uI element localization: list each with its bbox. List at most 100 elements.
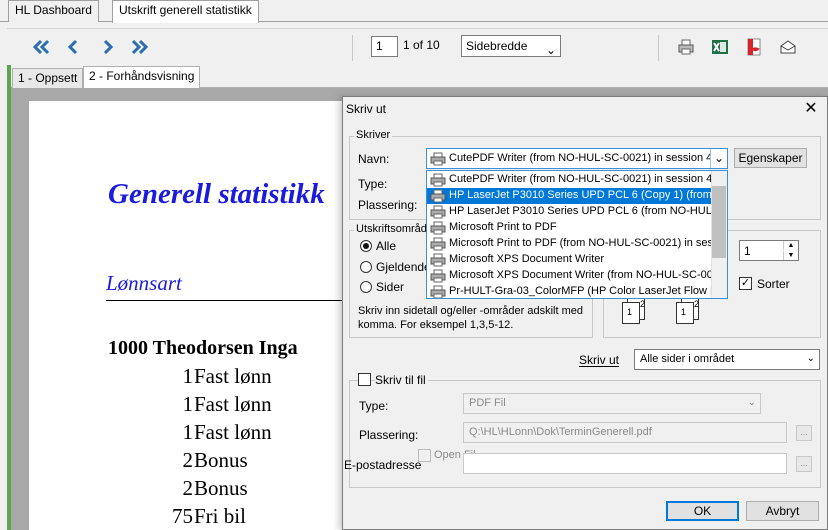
report-row: 2 Bonus xyxy=(108,448,348,476)
range-all-label: Alle xyxy=(376,239,397,253)
spin-up-icon[interactable]: ▲ xyxy=(783,241,798,250)
file-location-label: Plassering: xyxy=(359,428,419,442)
pay-code: 1 xyxy=(182,364,194,388)
printer-icon xyxy=(430,237,446,251)
chevron-down-icon: ⌄ xyxy=(806,353,815,364)
file-type-select[interactable]: PDF Fil ⌄ xyxy=(463,393,761,414)
browse-email-button[interactable]: ... xyxy=(796,456,812,472)
open-file-checkbox[interactable] xyxy=(418,449,431,462)
browse-location-button[interactable]: ... xyxy=(796,425,812,441)
print-what-select[interactable]: Alle sider i området ⌄ xyxy=(634,349,820,370)
tab-hl-dashboard[interactable]: HL Dashboard xyxy=(8,0,99,22)
printer-option-label: Microsoft XPS Document Writer xyxy=(449,253,605,265)
toolbar-divider xyxy=(352,35,353,61)
print-what-label: Skriv ut xyxy=(579,353,620,367)
pay-name: Bonus xyxy=(194,448,248,472)
printer-option[interactable]: Pr-HULT-Gra-03_ColorMFP (HP Color LaserJ… xyxy=(427,284,711,298)
printer-name-label: Navn: xyxy=(358,152,390,166)
report-row: 1 Fast lønn xyxy=(108,392,348,420)
file-location-value: Q:\HL\HLonn\Dok\TerminGenerell.pdf xyxy=(469,426,652,438)
first-page-icon[interactable] xyxy=(31,38,51,56)
chevron-down-icon: ⌄ xyxy=(710,149,727,168)
chevron-down-icon: ⌄ xyxy=(747,397,756,408)
printer-option[interactable]: HP LaserJet P3010 Series UPD PCL 6 (from… xyxy=(427,204,711,220)
printer-option[interactable]: Microsoft XPS Document Writer xyxy=(427,252,711,268)
report-section-heading: Lønnsart xyxy=(106,271,182,295)
range-hint: Skriv inn sidetall og/eller -områder ads… xyxy=(358,305,583,331)
pay-code: 1 xyxy=(182,392,194,416)
ok-button[interactable]: OK xyxy=(666,501,739,521)
printer-option[interactable]: Microsoft Print to PDF xyxy=(427,220,711,236)
properties-button[interactable]: Egenskaper xyxy=(734,148,807,168)
printer-option-label: Microsoft Print to PDF xyxy=(449,221,557,233)
tab-oppsett[interactable]: 1 - Oppsett xyxy=(12,68,84,88)
email-icon[interactable] xyxy=(779,38,797,56)
collate-page-number: 1 xyxy=(627,307,633,317)
print-to-file-checkbox[interactable] xyxy=(358,373,371,386)
file-type-label: Type: xyxy=(359,399,389,413)
report-row: 75 Fri bil xyxy=(108,504,348,530)
previous-page-icon[interactable] xyxy=(64,38,84,56)
print-icon[interactable] xyxy=(677,38,695,56)
zoom-select[interactable]: Sidebredde ⌄ xyxy=(461,35,561,57)
printer-group-label: Skriver xyxy=(354,129,393,141)
spin-down-icon[interactable]: ▼ xyxy=(783,251,798,260)
page-number-input[interactable]: 1 xyxy=(371,36,398,57)
printer-dropdown-list: CutePDF Writer (from NO-HUL-SC-0021) in … xyxy=(426,170,728,299)
printer-icon xyxy=(430,205,446,219)
file-location-field[interactable]: Q:\HL\HLonn\Dok\TerminGenerell.pdf xyxy=(463,422,787,443)
document-tab-bar: HL Dashboard Utskrift generell statistik… xyxy=(0,0,828,23)
range-current-radio[interactable] xyxy=(360,261,372,273)
page-count-label: 1 of 10 xyxy=(403,38,440,52)
report-title: Generell statistikk xyxy=(108,178,325,210)
printer-option[interactable]: Microsoft Print to PDF (from NO-HUL-SC-0… xyxy=(427,236,711,252)
copies-stepper[interactable]: 1 ▲ ▼ xyxy=(739,240,799,261)
chevron-down-icon: ⌄ xyxy=(545,43,556,57)
pay-name: Fast lønn xyxy=(194,364,272,388)
printer-option-selected[interactable]: HP LaserJet P3010 Series UPD PCL 6 (Copy… xyxy=(427,188,711,204)
section-divider xyxy=(106,300,346,301)
print-what-value: Alle sider i området xyxy=(640,353,735,365)
printer-option-label: Pr-HULT-Gra-03_ColorMFP (HP Color LaserJ… xyxy=(449,285,711,297)
collate-page-number: 1 xyxy=(681,307,687,317)
printer-option-label: HP LaserJet P3010 Series UPD PCL 6 (from… xyxy=(449,205,711,217)
printer-option[interactable]: Microsoft XPS Document Writer (from NO-H… xyxy=(427,268,711,284)
printer-select[interactable]: CutePDF Writer (from NO-HUL-SC-0021) in … xyxy=(426,148,728,169)
printer-option[interactable]: CutePDF Writer (from NO-HUL-SC-0021) in … xyxy=(427,172,711,188)
printer-option-label: Microsoft Print to PDF (from NO-HUL-SC-0… xyxy=(449,237,711,249)
collate-page-number: 2 xyxy=(694,299,700,309)
printer-location-label: Plassering: xyxy=(358,198,418,212)
pdf-export-icon[interactable] xyxy=(745,38,763,56)
collate-page-number: 2 xyxy=(640,299,646,309)
email-label: E-postadresse xyxy=(344,458,422,472)
pay-name: Bonus xyxy=(194,476,248,500)
excel-export-icon[interactable] xyxy=(711,38,729,56)
last-page-icon[interactable] xyxy=(130,38,150,56)
tab-utskrift-generell-statistikk[interactable]: Utskrift generell statistikk xyxy=(112,0,259,23)
range-all-radio[interactable] xyxy=(360,240,372,252)
printer-icon xyxy=(430,269,446,283)
next-page-icon[interactable] xyxy=(97,38,117,56)
pay-code: 2 xyxy=(182,448,194,472)
close-icon[interactable]: ✕ xyxy=(802,100,820,118)
dialog-title: Skriv ut xyxy=(346,102,387,116)
printer-option-label: Microsoft XPS Document Writer (from NO-H… xyxy=(449,269,711,281)
zoom-select-value: Sidebredde xyxy=(466,39,528,53)
cancel-button[interactable]: Avbryt xyxy=(746,501,819,521)
print-to-file-label: Skriv til fil xyxy=(375,373,428,387)
printer-icon xyxy=(430,173,446,187)
toolbar-divider xyxy=(658,35,659,61)
collate-checkbox[interactable]: ✓ xyxy=(739,277,752,290)
pay-code: 1 xyxy=(182,420,194,444)
printer-list-scroll-thumb[interactable] xyxy=(712,186,726,258)
pay-code: 75 xyxy=(172,504,193,528)
pay-code: 2 xyxy=(182,476,194,500)
collate-label: Sorter xyxy=(757,277,790,291)
printer-icon xyxy=(430,189,446,203)
range-pages-radio[interactable] xyxy=(360,281,372,293)
printer-icon xyxy=(430,152,446,166)
copies-value: 1 xyxy=(744,244,751,258)
tab-forhandsvisning[interactable]: 2 - Forhåndsvisning xyxy=(83,66,201,89)
employee-heading: 1000 Theodorsen Inga xyxy=(108,337,298,359)
email-field[interactable] xyxy=(463,453,787,474)
